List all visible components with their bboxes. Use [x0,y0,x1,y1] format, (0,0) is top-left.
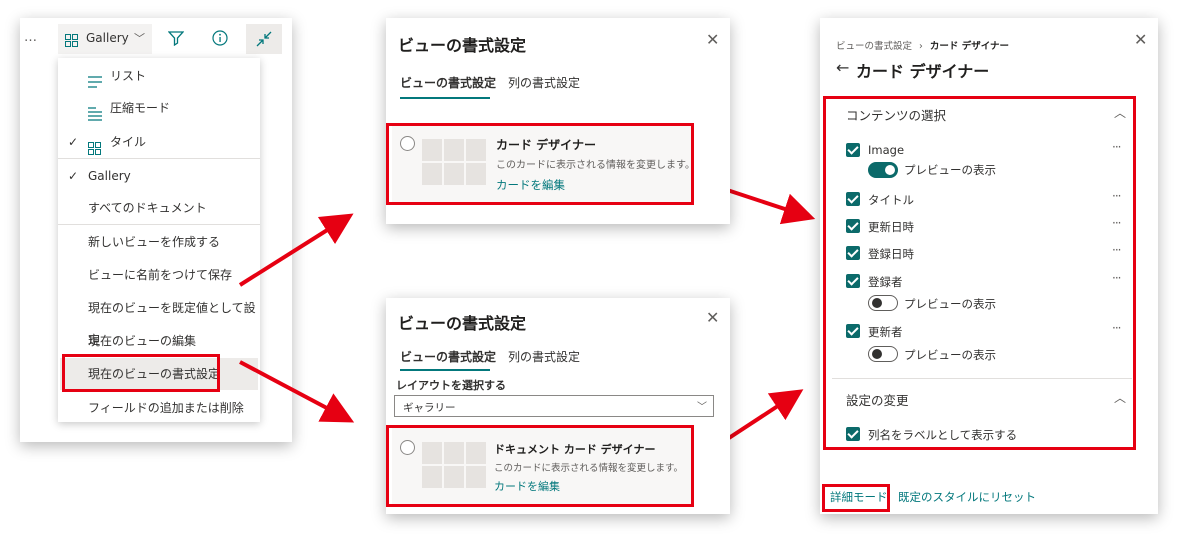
reset-style-link[interactable]: 既定のスタイルにリセット [898,489,1036,505]
breadcrumb-separator: › [919,41,923,52]
active-tab-indicator [400,97,490,99]
tab-format-column[interactable]: 列の書式設定 [508,74,580,91]
arrow-to-top-panel [238,213,354,287]
layout-label: レイアウトを選択する [396,379,506,392]
close-icon[interactable]: ✕ [706,30,719,49]
panel-title: カード デザイナー [856,62,990,81]
highlight-advanced-mode [822,484,890,512]
panel-title: ビューの書式設定 [398,314,527,333]
highlight-card-designer [386,123,694,205]
close-icon[interactable]: ✕ [706,308,719,327]
chevron-down-icon: ﹀ [697,402,707,413]
panel-title: ビューの書式設定 [398,36,527,55]
tab-format-column[interactable]: 列の書式設定 [508,348,580,365]
highlight-document-card-designer [386,425,694,507]
breadcrumb-item-current: カード デザイナー [929,41,1010,52]
breadcrumb-item[interactable]: ビューの書式設定 [836,41,912,52]
layout-select[interactable]: ギャラリー ﹀ [394,395,714,417]
breadcrumb: ビューの書式設定 › カード デザイナー [836,38,1009,52]
back-arrow-icon[interactable]: ← [836,58,849,77]
highlight-content-selection [823,96,1136,450]
arrow-to-bottom-panel [239,360,355,423]
close-icon[interactable]: ✕ [1134,30,1147,49]
tab-format-view[interactable]: ビューの書式設定 [400,348,496,365]
tab-format-view[interactable]: ビューの書式設定 [400,74,496,91]
active-tab-indicator [400,369,490,371]
layout-select-value: ギャラリー [403,402,456,414]
